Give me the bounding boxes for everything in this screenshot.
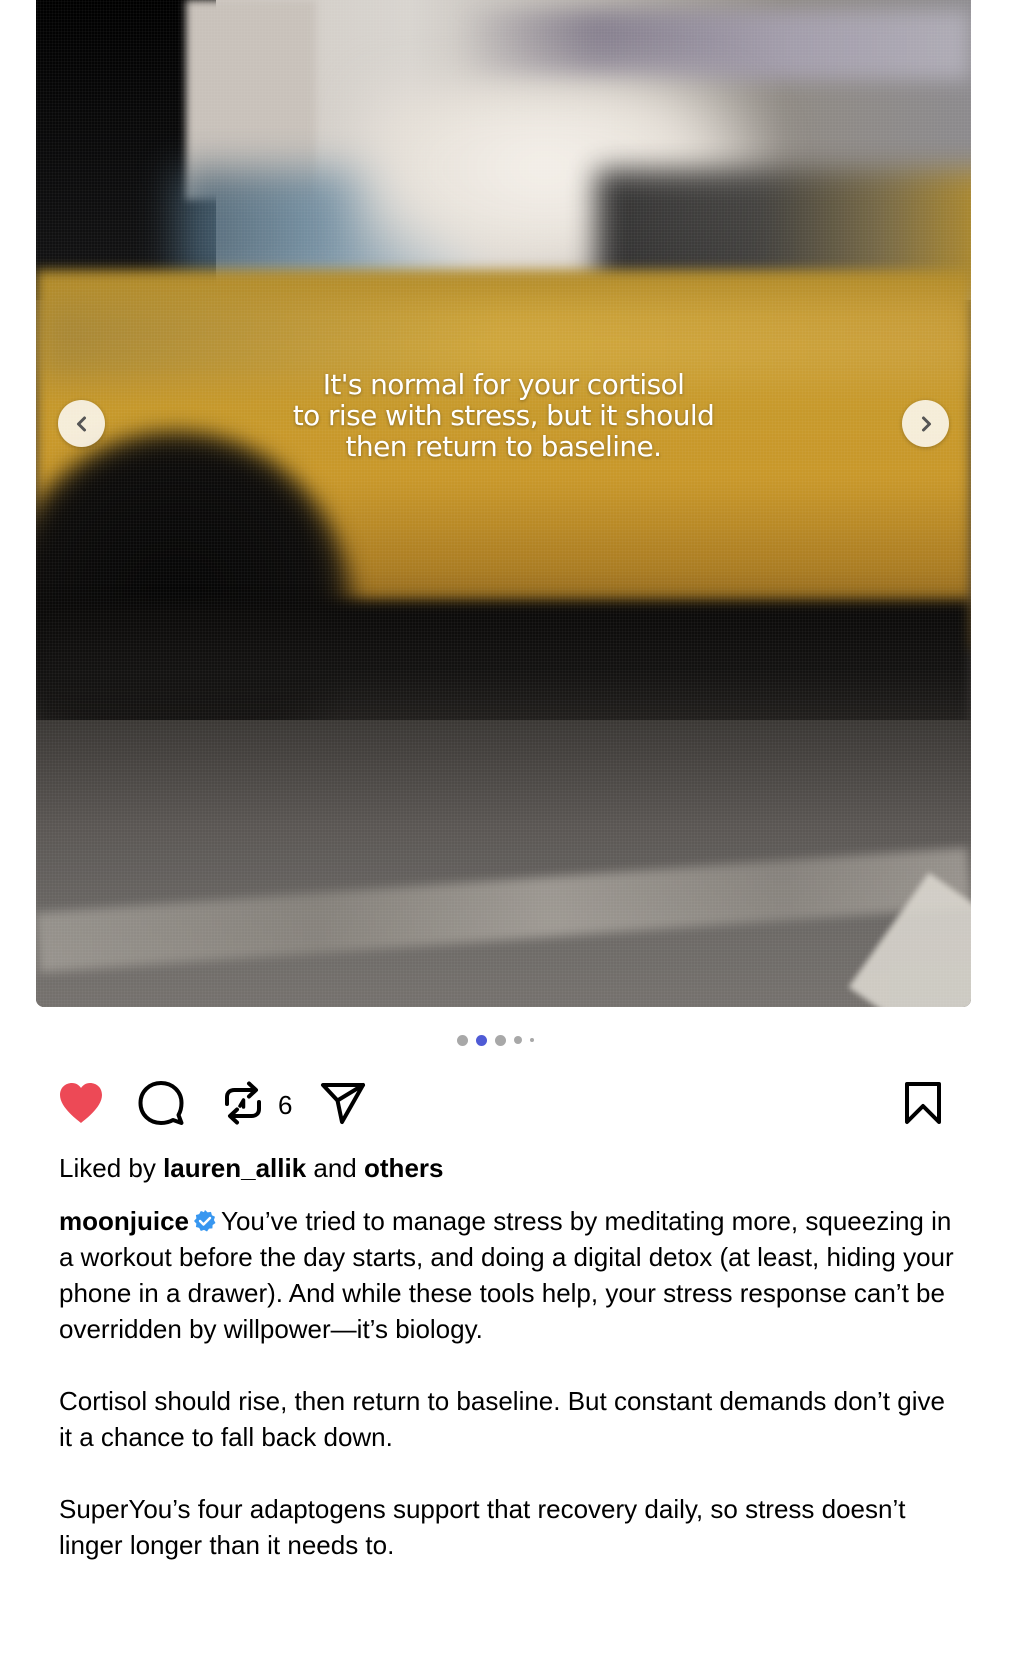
image-caption-overlay: It's normal for your cortisol to rise wi… [36,369,971,462]
heart-filled-icon [60,1083,102,1123]
send-icon [321,1083,365,1124]
liked-by-username-link[interactable]: lauren_allik [163,1153,306,1183]
carousel-dot [495,1034,506,1046]
post-image[interactable]: It's normal for your cortisol to rise wi… [36,0,971,1007]
caption-paragraph: moonjuice You’ve tried to manage stress … [59,1203,959,1347]
repost-count: 6 [278,1090,293,1120]
carousel-dot [457,1034,468,1046]
caption-paragraph: SuperYou’s four adaptogens support that … [59,1494,906,1560]
bookmark-icon [905,1082,941,1124]
comment-button[interactable] [136,1078,186,1128]
save-button[interactable] [898,1078,948,1128]
author-username-link[interactable]: moonjuice [59,1206,189,1236]
previous-slide-button[interactable] [58,400,105,447]
taxi-photo [36,0,971,1007]
likes-prefix: Liked by [59,1153,156,1183]
comment-icon [138,1081,184,1125]
carousel-indicator [457,1034,534,1046]
verified-badge-icon [194,1210,216,1232]
chevron-right-icon [921,416,931,431]
caption-paragraph: Cortisol should rise, then return to bas… [59,1386,945,1452]
carousel-dot [514,1036,522,1044]
likes-summary: Liked by lauren_allik and others [59,1152,443,1184]
liked-by-others-link[interactable]: others [364,1153,443,1183]
carousel-dot [530,1038,534,1042]
post-caption: moonjuice You’ve tried to manage stress … [59,1203,959,1599]
overlay-line: It's normal for your cortisol [322,368,685,401]
like-button[interactable] [56,1078,106,1128]
overlay-line: then return to baseline. [345,430,663,463]
carousel-dot-active [476,1034,487,1046]
chevron-left-icon [76,416,86,431]
overlay-line: to rise with stress, but it should [292,399,715,432]
repost-icon [225,1081,261,1125]
share-button[interactable] [318,1078,368,1128]
post-action-bar: 6 [56,1078,948,1128]
likes-conjunction: and [313,1153,357,1183]
repost-button[interactable] [218,1078,268,1128]
next-slide-button[interactable] [902,400,949,447]
